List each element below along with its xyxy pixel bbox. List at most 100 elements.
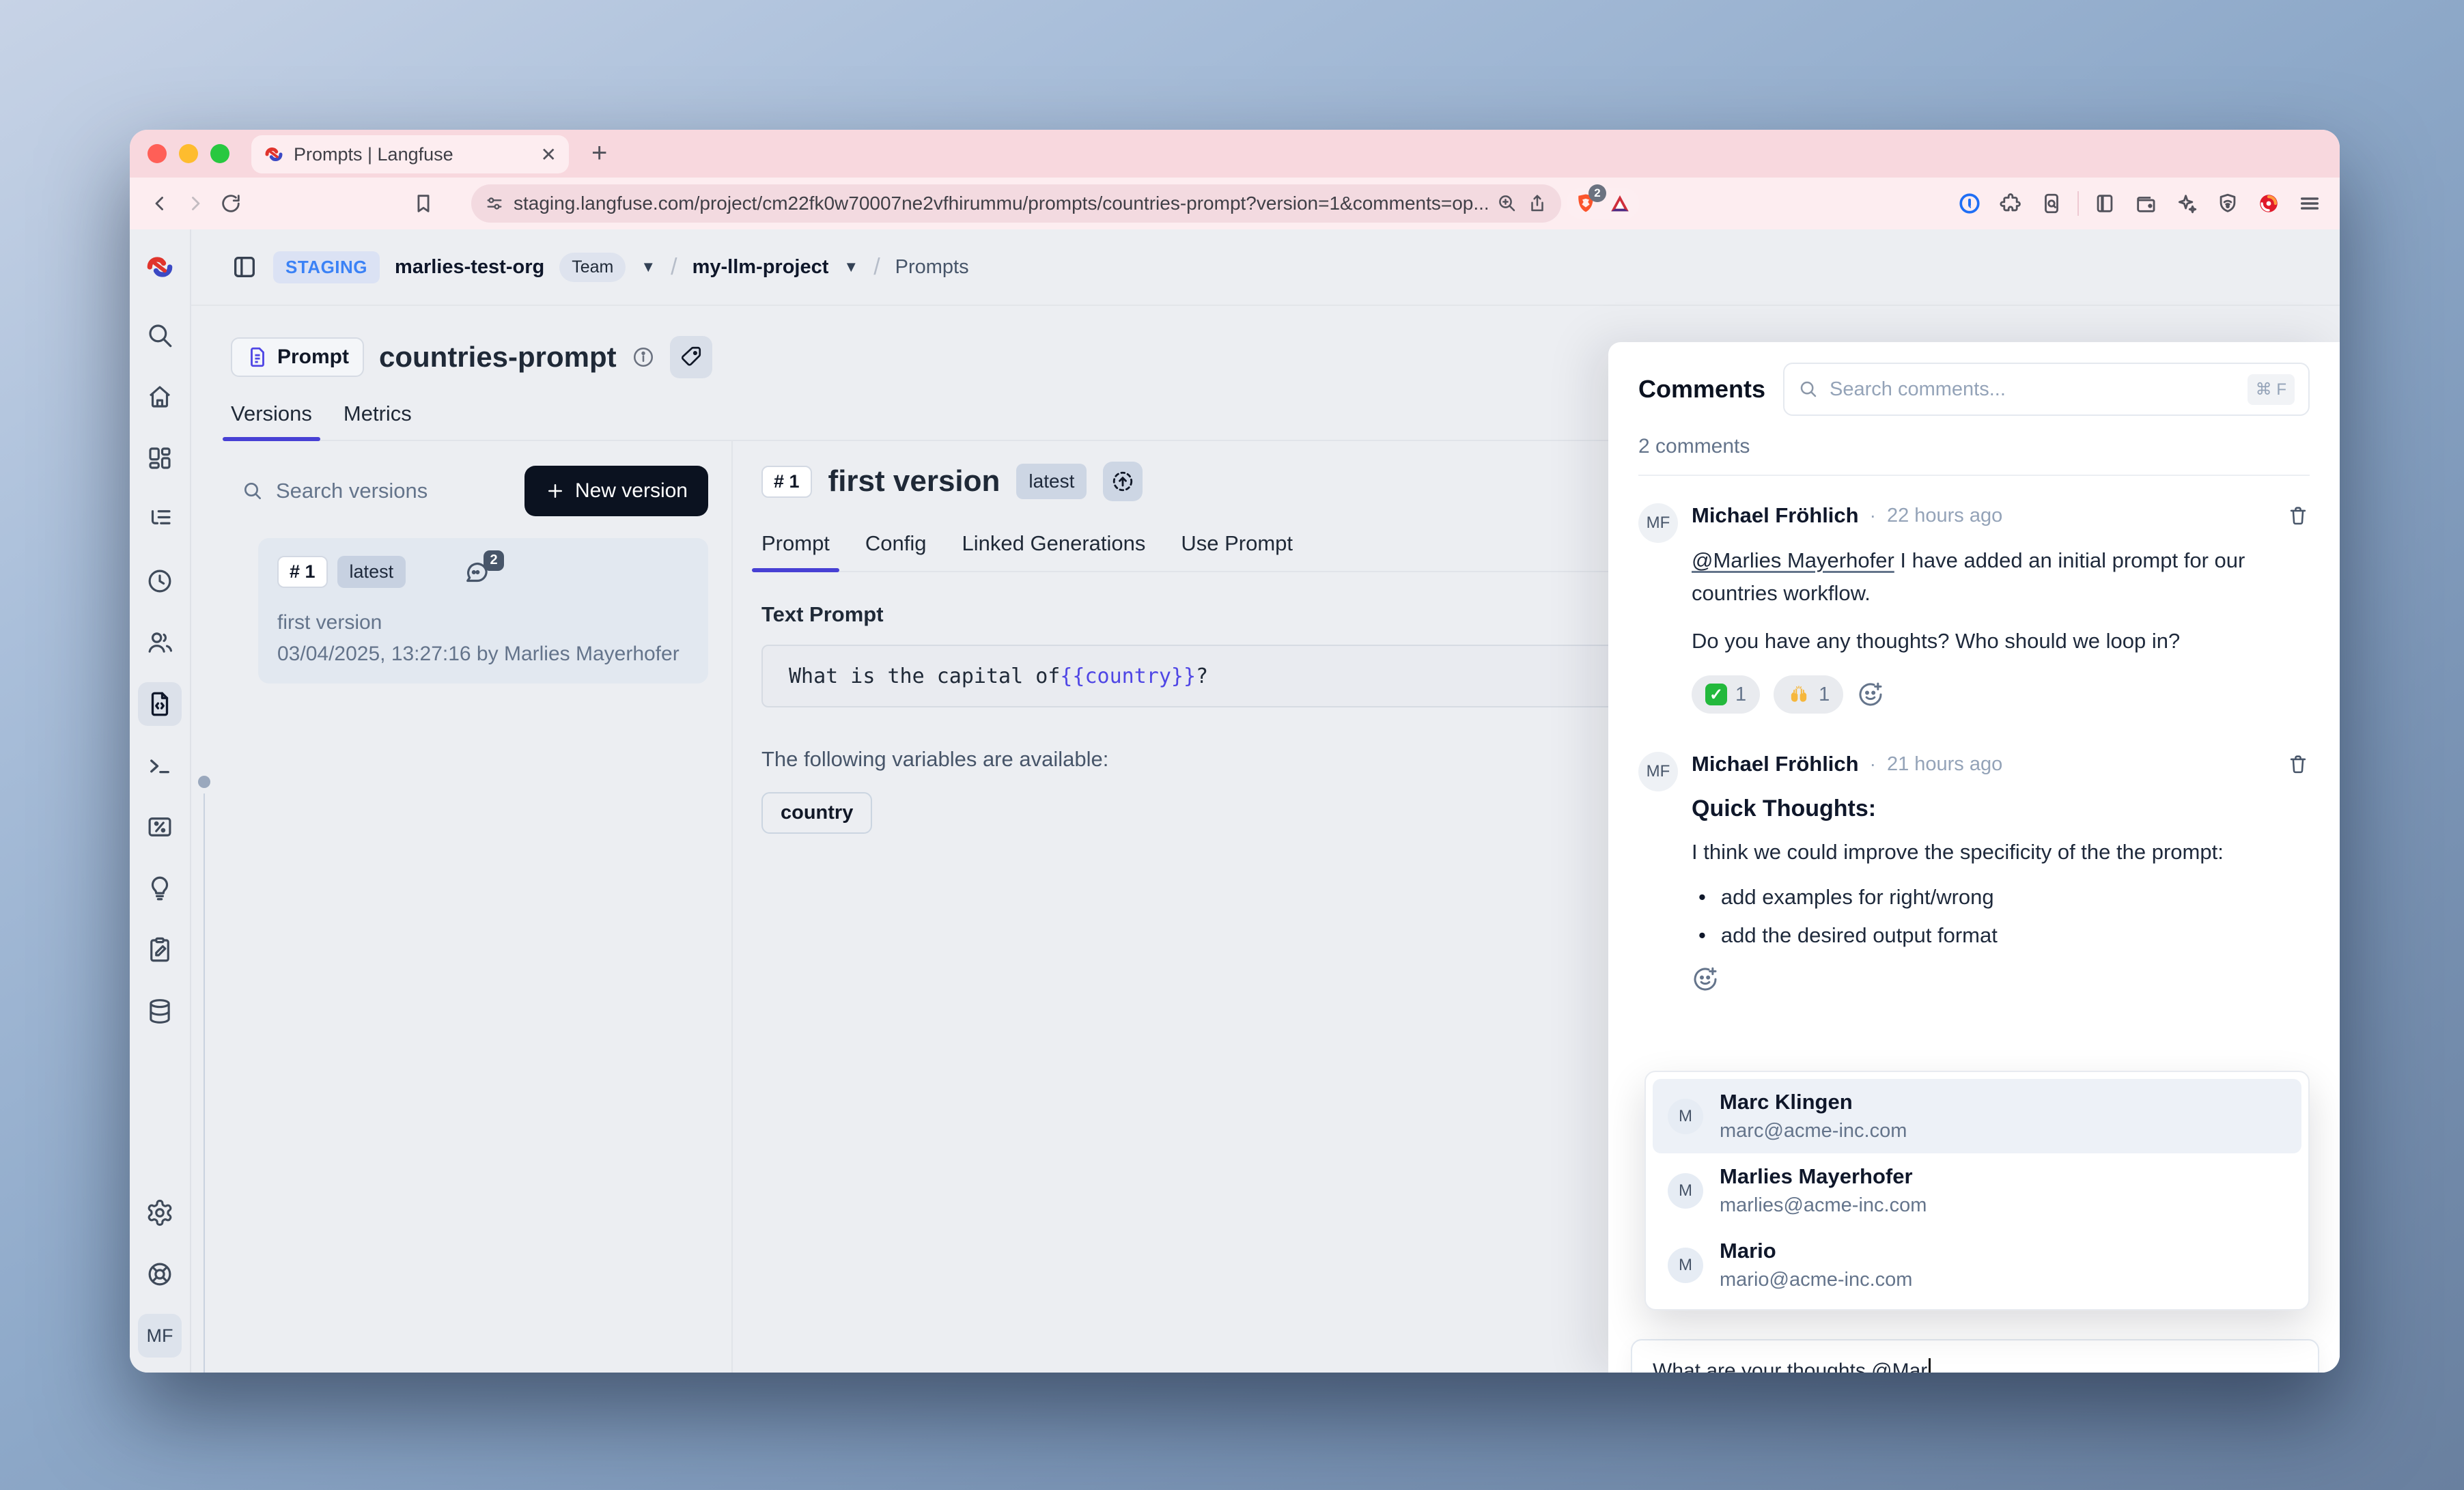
mention-name: Marc Klingen [1720,1090,1907,1114]
mention-email: mario@acme-inc.com [1720,1269,1912,1291]
breadcrumb-org[interactable]: marlies-test-org [395,256,544,279]
sidebar-toggle-icon[interactable] [2090,188,2120,219]
playground-icon[interactable] [138,744,182,787]
bookmark-icon[interactable] [408,188,438,219]
comment-heading: Quick Thoughts: [1692,796,2310,822]
chevron-down-icon[interactable]: ▼ [641,258,656,276]
version-search-input[interactable] [275,478,503,504]
home-icon[interactable] [138,375,182,419]
comment-count-badge: 2 [484,550,504,571]
share-icon[interactable] [1527,193,1548,214]
mention-avatar: M [1668,1173,1703,1209]
comment-time: 22 hours ago [1887,505,2002,527]
menu-hamburger-icon[interactable] [2295,188,2325,219]
langfuse-favicon [264,144,284,165]
tab-config[interactable]: Config [865,531,927,571]
search-icon[interactable] [138,313,182,357]
dashboard-icon[interactable] [138,436,182,480]
comments-search[interactable]: ⌘ F [1783,363,2310,416]
scores-icon[interactable] [138,805,182,849]
prompts-icon[interactable] [138,682,182,726]
comments-title: Comments [1638,375,1765,404]
shield-count-badge: 2 [1588,184,1606,202]
tab-close-icon[interactable]: ✕ [541,143,557,166]
mention-option[interactable]: M Mario mario@acme-inc.com [1653,1228,2301,1302]
browser-tab-bar: Prompts | Langfuse ✕ + [130,130,2340,178]
brave-rewards-icon[interactable] [1605,188,1635,219]
browser-toolbar: staging.langfuse.com/project/cm22fk0w700… [130,178,2340,229]
mention-option[interactable]: M Marlies Mayerhofer marlies@acme-inc.co… [1653,1153,2301,1228]
password-manager-icon[interactable] [1955,188,1985,219]
back-icon[interactable] [145,188,175,219]
vpn-shield-icon[interactable] [2213,188,2243,219]
version-list-item[interactable]: # 1 latest 2 first version 03/04/2025, 1… [258,538,708,684]
promote-version-button[interactable] [1103,462,1143,501]
prompt-type-label: Prompt [277,346,349,369]
close-window-button[interactable] [148,144,167,163]
info-icon[interactable] [632,346,655,369]
search-tabs-icon[interactable] [2036,188,2067,219]
support-icon[interactable] [138,1252,182,1296]
mention-link[interactable]: @Marlies Mayerhofer [1692,548,1894,572]
detail-version-title: first version [828,464,1000,498]
comments-bubble-icon[interactable]: 2 [463,559,490,586]
mention-avatar: M [1668,1099,1703,1134]
browser-tab[interactable]: Prompts | Langfuse ✕ [251,135,569,173]
comments-panel: Comments ⌘ F 2 comments MF Michael Fröhl… [1608,342,2340,1373]
settings-icon[interactable] [138,1191,182,1235]
tab-use-prompt[interactable]: Use Prompt [1181,531,1293,571]
tag-button[interactable] [670,336,712,378]
comments-search-input[interactable] [1828,378,2238,402]
leo-ai-sparkles-icon[interactable] [2172,188,2202,219]
tab-prompt[interactable]: Prompt [761,531,830,571]
speedreader-swirl-icon[interactable] [2254,188,2284,219]
variable-chip: country [761,792,872,834]
breadcrumb-project[interactable]: my-llm-project [692,256,829,279]
tracing-icon[interactable] [138,498,182,542]
delete-comment-icon[interactable] [2286,753,2310,776]
forward-icon[interactable] [180,188,210,219]
brave-shield-icon[interactable]: 2 [1571,188,1601,219]
reactions-row: ✓ 1 1 [1692,675,2310,714]
user-avatar[interactable]: MF [138,1314,182,1358]
reload-icon[interactable] [216,188,246,219]
tab-metrics[interactable]: Metrics [344,402,412,440]
users-icon[interactable] [138,621,182,664]
prompt-type-badge: Prompt [231,337,364,377]
database-icon[interactable] [138,989,182,1033]
detail-latest-badge: latest [1016,464,1087,499]
comment-author: Michael Fröhlich [1692,503,1859,528]
tab-versions[interactable]: Versions [231,402,312,440]
delete-comment-icon[interactable] [2286,504,2310,527]
address-bar[interactable]: staging.langfuse.com/project/cm22fk0w700… [471,184,1561,223]
maximize-window-button[interactable] [210,144,229,163]
window-controls [148,144,229,163]
chevron-down-icon[interactable]: ▼ [843,258,858,276]
new-version-button[interactable]: New version [524,466,708,516]
add-reaction-icon[interactable] [1692,966,2310,993]
detail-version-number: # 1 [761,466,812,498]
comment-body: I think we could improve the specificity… [1692,836,2306,869]
comment-input[interactable]: What are your thoughts @Mar [1631,1339,2319,1373]
extensions-puzzle-icon[interactable] [1996,188,2026,219]
new-tab-button[interactable]: + [591,138,607,169]
site-permissions-icon[interactable] [485,194,504,213]
tab-linked-generations[interactable]: Linked Generations [962,531,1146,571]
version-search[interactable] [242,478,503,504]
add-reaction-icon[interactable] [1857,681,1884,708]
wallet-icon[interactable] [2131,188,2161,219]
nav-rail: MF [130,229,191,1373]
evals-icon[interactable] [138,867,182,910]
reaction-check[interactable]: ✓ 1 [1692,675,1760,714]
url-text[interactable]: staging.langfuse.com/project/cm22fk0w700… [514,193,1487,214]
minimize-window-button[interactable] [179,144,198,163]
zoom-in-icon[interactable] [1497,193,1517,214]
mention-name: Marlies Mayerhofer [1720,1164,1927,1189]
langfuse-logo[interactable] [145,229,175,305]
panel-toggle-icon[interactable] [231,253,258,281]
mention-option[interactable]: M Marc Klingen marc@acme-inc.com [1653,1079,2301,1153]
reaction-raised-hands[interactable]: 1 [1774,675,1843,714]
comment-avatar: MF [1638,503,1678,543]
datasets-icon[interactable] [138,928,182,972]
sessions-icon[interactable] [138,559,182,603]
